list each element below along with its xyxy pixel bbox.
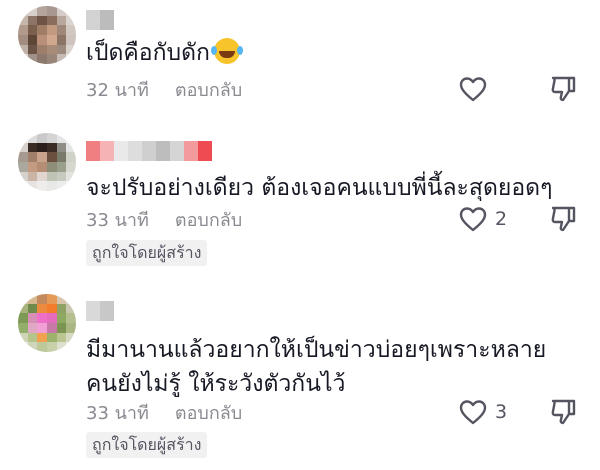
thumbs-down-outline-icon[interactable] xyxy=(548,204,578,234)
comment-text: เป็ดคือกับดัก xyxy=(86,36,570,70)
avatar[interactable] xyxy=(18,133,76,191)
comment-text-line: คนยังไม่รู้ ให้ระวังตัวกันไว้ xyxy=(86,371,346,397)
reply-button[interactable]: ตอบกลับ xyxy=(175,398,242,427)
username-redacted[interactable] xyxy=(86,301,114,321)
thumbs-down-outline-icon[interactable] xyxy=(548,397,578,427)
comment-meta: 33 นาที ตอบกลับ xyxy=(86,207,242,231)
comment-text: จะปรับอย่างเดียว ต้องเจอคนแบบพี่นี้ละสุด… xyxy=(86,175,553,201)
like-count: 3 xyxy=(495,401,508,423)
comment-text: มีมานานแล้วอยากให้เป็นข่าวบ่อยๆเพราะหลาย… xyxy=(86,333,570,401)
reply-button[interactable]: ตอบกลับ xyxy=(175,205,242,234)
comment-time: 33 นาที xyxy=(86,209,149,231)
comment-text-line: มีมานานแล้วอยากให้เป็นข่าวบ่อยๆเพราะหลาย xyxy=(86,337,547,363)
comment-meta: 33 นาที ตอบกลับ xyxy=(86,400,242,424)
like-button[interactable]: 3 xyxy=(459,397,507,427)
comment-text-content: เป็ดคือกับดัก xyxy=(86,40,210,66)
reply-button[interactable]: ตอบกลับ xyxy=(175,75,242,104)
heart-outline-icon xyxy=(459,400,487,425)
liked-by-creator-badge: ถูกใจโดยผู้สร้าง xyxy=(86,240,208,266)
comment-time: 32 นาที xyxy=(86,79,149,101)
thumbs-down-outline-icon[interactable] xyxy=(548,74,578,104)
heart-outline-icon xyxy=(459,207,487,232)
like-count: 2 xyxy=(495,208,508,230)
like-button[interactable]: 2 xyxy=(459,204,507,234)
username-redacted[interactable] xyxy=(86,10,114,30)
liked-by-creator-badge: ถูกใจโดยผู้สร้าง xyxy=(86,432,208,458)
avatar[interactable] xyxy=(18,294,76,352)
heart-outline-icon xyxy=(459,77,487,102)
comment-time: 33 นาที xyxy=(86,402,149,424)
laughing-crying-emoji-icon xyxy=(210,38,240,64)
username-redacted[interactable] xyxy=(86,141,212,161)
comment-meta: 32 นาที ตอบกลับ xyxy=(86,77,242,101)
like-button[interactable] xyxy=(459,74,487,104)
avatar[interactable] xyxy=(18,6,76,64)
